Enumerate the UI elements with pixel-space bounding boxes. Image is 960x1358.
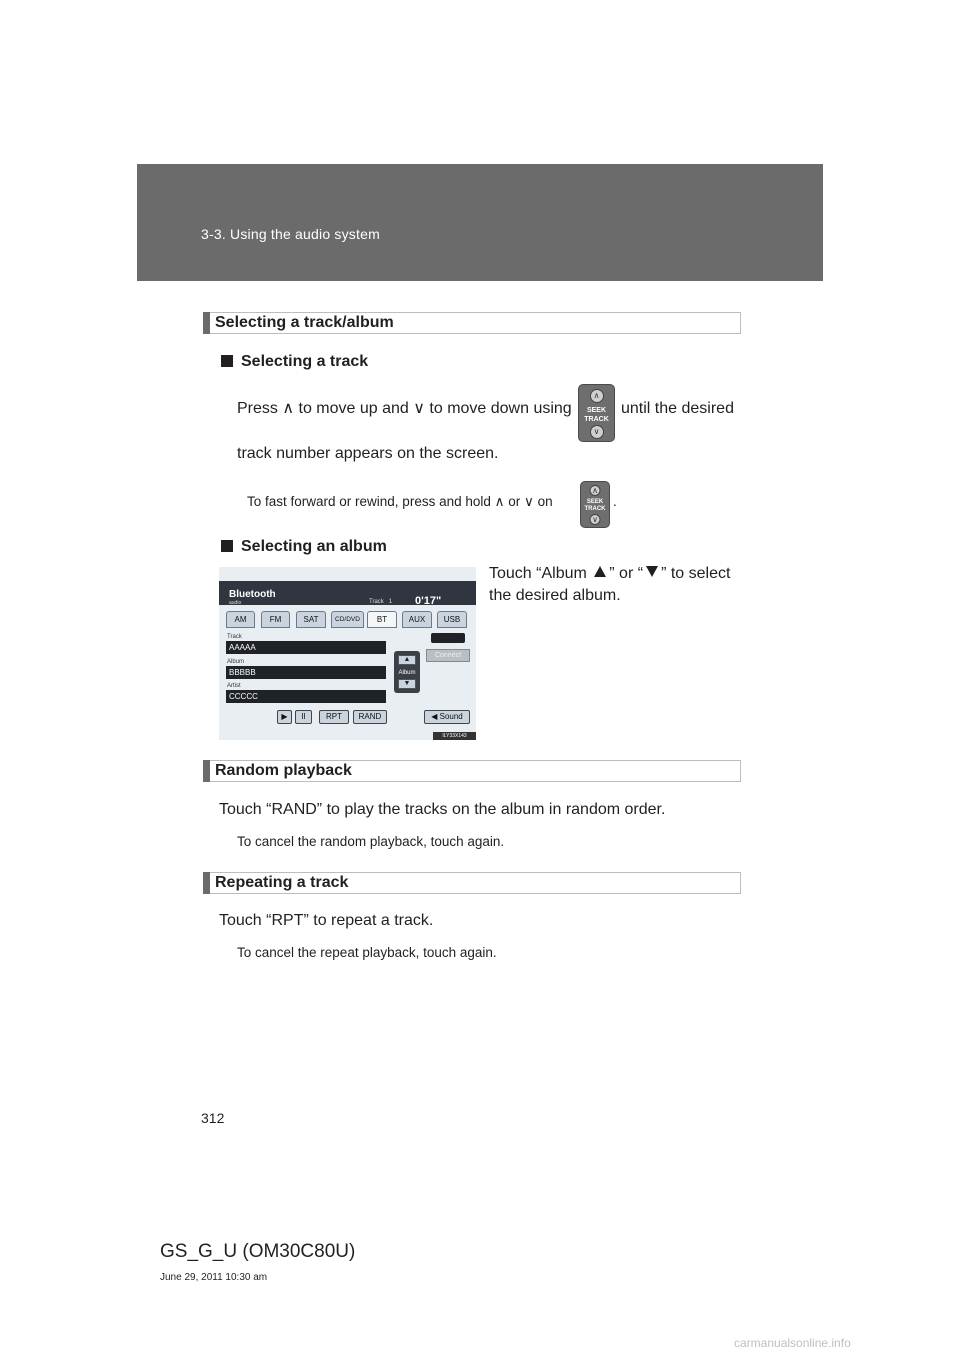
note-period: . — [613, 494, 617, 509]
track-label: TRACK — [584, 416, 609, 423]
rand-button[interactable]: RAND — [353, 710, 387, 724]
watermark: carmanualsonline.info — [734, 1336, 851, 1350]
repeat-instruction: Touch “RPT” to repeat a track. — [219, 912, 434, 929]
field-label-album: Album — [227, 659, 245, 665]
field-track: AAAAA — [226, 641, 386, 654]
seek-track-button-icon: ∧ SEEK TRACK ∨ — [578, 384, 615, 442]
field-album: BBBBB — [226, 666, 386, 679]
bluetooth-status-icon — [431, 633, 465, 643]
page-number: 312 — [201, 1110, 225, 1126]
section-heading: Selecting a track/album — [215, 314, 394, 331]
connect-button[interactable]: Connect — [426, 649, 470, 662]
tab-am[interactable]: AM — [226, 611, 255, 628]
triangle-up-icon — [594, 566, 607, 577]
tab-usb[interactable]: USB — [437, 611, 467, 628]
subheading-selecting-track: Selecting a track — [221, 353, 368, 371]
sound-button[interactable]: ◀ Sound — [424, 710, 470, 724]
album-text: Touch “Album — [489, 565, 587, 582]
screen-track-label: Track 1 — [369, 599, 392, 605]
seek-label: SEEK — [586, 407, 607, 414]
seek-up-icon: ∧ — [589, 389, 604, 403]
seek-down-icon: ∨ — [589, 425, 604, 439]
section-heading: Repeating a track — [215, 874, 349, 891]
random-note: To cancel the random playback, touch aga… — [237, 834, 505, 849]
play-button[interactable]: ▶ — [277, 710, 292, 724]
track-label: Track — [369, 599, 384, 605]
screen-time: 0'17" — [415, 595, 442, 607]
instruction-text: Press ∧ to move up and ∨ to move down us… — [237, 400, 572, 417]
audio-screen-image: Bluetooth audio Track 1 0'17" AM FM SAT … — [219, 567, 476, 740]
section-bar-random: Random playback — [203, 760, 741, 782]
note-fast-forward: To fast forward or rewind, press and hol… — [247, 494, 553, 509]
tab-sat[interactable]: SAT — [296, 611, 326, 628]
subheading-text: Selecting an album — [241, 538, 387, 555]
section-bar-repeat: Repeating a track — [203, 872, 741, 894]
section-heading: Random playback — [215, 762, 352, 779]
field-label-artist: Artist — [227, 683, 241, 689]
section-title: 3-3. Using the audio system — [201, 226, 380, 242]
triangle-down-icon — [646, 566, 659, 577]
field-label-track: Track — [227, 634, 242, 640]
pause-button[interactable]: II — [295, 710, 312, 724]
seek-up-icon: ∧ — [589, 485, 601, 496]
album-selector-label: Album — [398, 670, 416, 676]
track-label: TRACK — [584, 506, 606, 512]
track-number: 1 — [388, 599, 393, 605]
square-bullet-icon — [221, 540, 233, 552]
section-bar-track-album: Selecting a track/album — [203, 312, 741, 334]
subheading-selecting-album: Selecting an album — [221, 538, 387, 556]
album-down-button[interactable]: ▼ — [398, 679, 416, 689]
album-up-button[interactable]: ▲ — [398, 655, 416, 665]
subheading-text: Selecting a track — [241, 353, 369, 370]
header-band: 3-3. Using the audio system — [137, 164, 823, 281]
album-instruction-line-2: the desired album. — [489, 587, 621, 604]
repeat-note: To cancel the repeat playback, touch aga… — [237, 945, 497, 960]
figure-code: ILY33X143 — [433, 732, 476, 740]
seek-down-icon: ∨ — [589, 514, 601, 525]
tab-fm[interactable]: FM — [261, 611, 290, 628]
document-id: GS_G_U (OM30C80U) — [160, 1241, 356, 1262]
document-date: June 29, 2011 10:30 am — [160, 1272, 268, 1283]
tab-bt[interactable]: BT — [367, 611, 397, 628]
album-instruction-line-1: Touch “Album ” or “ ” to select — [489, 563, 730, 585]
source-tabs: AM FM SAT CD/DVD BT AUX USB — [219, 611, 476, 629]
instruction-line-1b: until the desired — [621, 400, 734, 417]
rpt-button[interactable]: RPT — [319, 710, 349, 724]
seek-track-button-small-icon: ∧ SEEK TRACK ∨ — [580, 481, 610, 528]
tab-aux[interactable]: AUX — [402, 611, 432, 628]
field-artist: CCCCC — [226, 690, 386, 703]
album-selector: ▲ Album ▼ — [394, 651, 420, 693]
instruction-line-2: track number appears on the screen. — [237, 445, 499, 462]
instruction-line-1: Press ∧ to move up and ∨ to move down us… — [237, 398, 572, 420]
square-bullet-icon — [221, 355, 233, 367]
album-text: ” to select — [661, 565, 731, 582]
screen-title: Bluetooth — [229, 589, 276, 600]
tab-cd-dvd[interactable]: CD/DVD — [331, 611, 364, 628]
screen-subtitle: audio — [229, 600, 242, 606]
random-instruction: Touch “RAND” to play the tracks on the a… — [219, 801, 666, 818]
album-text: ” or “ — [609, 565, 644, 582]
